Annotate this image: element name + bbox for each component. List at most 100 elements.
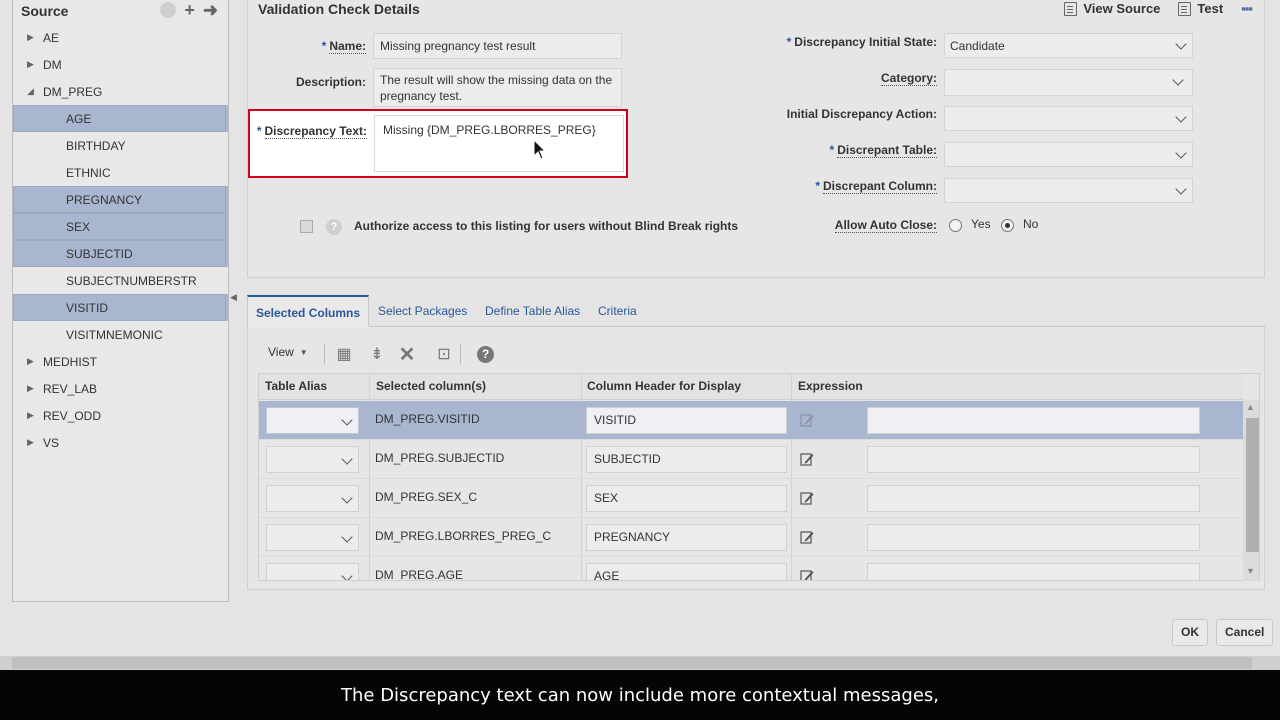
- table-alias-select[interactable]: [266, 485, 359, 512]
- scrollbar-thumb[interactable]: [1246, 418, 1259, 552]
- test-label: Test: [1197, 1, 1224, 16]
- view-menu[interactable]: View ▼: [268, 345, 308, 359]
- collapsed-triangle-icon[interactable]: ▶: [27, 59, 37, 70]
- discrepancy-initial-state-select[interactable]: Candidate: [944, 33, 1193, 58]
- move-right-icon[interactable]: ➜: [203, 1, 218, 19]
- tree-item-column[interactable]: VISITMNEMONIC: [13, 321, 228, 348]
- ok-button[interactable]: OK: [1172, 619, 1208, 646]
- edit-expression-icon[interactable]: [800, 530, 814, 544]
- column-header-display[interactable]: Column Header for Display: [587, 379, 741, 393]
- source-panel-title: Source: [21, 3, 69, 19]
- table-alias-select[interactable]: [266, 407, 359, 434]
- collapsed-triangle-icon[interactable]: ▶: [27, 410, 37, 421]
- scrollbar-thumb[interactable]: [12, 657, 1252, 669]
- column-header-input[interactable]: SEX: [586, 485, 787, 512]
- tab-define-table-alias[interactable]: Define Table Alias: [477, 295, 588, 327]
- expression-input[interactable]: [867, 485, 1200, 512]
- detach-icon[interactable]: ⊡: [435, 346, 453, 364]
- tree-item-table[interactable]: ◢ DM_PREG: [13, 78, 228, 105]
- scroll-down-icon[interactable]: ▼: [1246, 566, 1255, 576]
- table-row[interactable]: DM_PREG.AGE AGE: [259, 557, 1243, 581]
- initial-discrepancy-action-select[interactable]: [944, 106, 1193, 131]
- detail-tabs: Selected Columns Select Packages Define …: [247, 295, 1265, 327]
- tab-select-packages[interactable]: Select Packages: [370, 295, 475, 327]
- tree-item-column[interactable]: PREGNANCY: [13, 186, 228, 213]
- column-header-input[interactable]: VISITID: [586, 407, 787, 434]
- column-header-input[interactable]: PREGNANCY: [586, 524, 787, 551]
- discrepant-column-select[interactable]: [944, 178, 1193, 203]
- test-button[interactable]: Test: [1178, 1, 1223, 16]
- add-icon[interactable]: +: [184, 1, 195, 19]
- edit-expression-icon[interactable]: [800, 413, 814, 427]
- collapsed-triangle-icon[interactable]: ▶: [27, 437, 37, 448]
- collapsed-triangle-icon[interactable]: ▶: [27, 32, 37, 43]
- help-icon[interactable]: ?: [477, 346, 494, 363]
- collapsed-triangle-icon[interactable]: ▶: [27, 356, 37, 367]
- auto-close-no-radio[interactable]: [1001, 219, 1014, 232]
- column-header-selected-columns[interactable]: Selected column(s): [376, 379, 486, 393]
- tree-item-table[interactable]: ▶ VS: [13, 429, 228, 456]
- tree-item-table[interactable]: ▶ REV_ODD: [13, 402, 228, 429]
- column-header-input[interactable]: SUBJECTID: [586, 446, 787, 473]
- table-row[interactable]: DM_PREG.SEX_C SEX: [259, 479, 1243, 518]
- add-column-icon[interactable]: ⇟: [368, 346, 386, 364]
- category-select[interactable]: [944, 69, 1193, 96]
- tree-item-label: DM_PREG: [43, 84, 103, 99]
- tree-item-column[interactable]: VISITID: [13, 294, 228, 321]
- tree-item-table[interactable]: ▶ MEDHIST: [13, 348, 228, 375]
- tree-item-table[interactable]: ▶ AE: [13, 24, 228, 51]
- column-header-table-alias[interactable]: Table Alias: [265, 379, 327, 393]
- table-row[interactable]: DM_PREG.VISITID VISITID: [259, 401, 1243, 440]
- page-horizontal-scrollbar[interactable]: [0, 656, 1280, 670]
- discrepant-table-select[interactable]: [944, 142, 1193, 167]
- scroll-up-icon[interactable]: ▲: [1246, 402, 1255, 412]
- collapse-panel-icon[interactable]: ◀: [230, 292, 237, 303]
- delete-icon[interactable]: ✕: [398, 345, 416, 365]
- table-row[interactable]: DM_PREG.LBORRES_PREG_C PREGNANCY: [259, 518, 1243, 557]
- tree-item-table[interactable]: ▶ DM: [13, 51, 228, 78]
- application-window: Source + ➜ ▶ AE ▶ DM ◢ DM_PREG AGE BIRTHDAY ETHN…: [0, 0, 1280, 670]
- tree-item-column[interactable]: BIRTHDAY: [13, 132, 228, 159]
- edit-expression-icon[interactable]: [800, 569, 814, 581]
- table-alias-select[interactable]: [266, 446, 359, 473]
- column-header-input[interactable]: AGE: [586, 563, 787, 580]
- expression-input[interactable]: [867, 407, 1200, 434]
- discrepancy-text-label: * Discrepancy Text:: [256, 124, 367, 139]
- tree-item-column[interactable]: AGE: [13, 105, 228, 132]
- column-header-expression[interactable]: Expression: [798, 379, 863, 393]
- tab-criteria[interactable]: Criteria: [590, 295, 645, 327]
- tree-item-column[interactable]: SEX: [13, 213, 228, 240]
- expanded-triangle-icon[interactable]: ◢: [27, 86, 37, 97]
- source-tree: ▶ AE ▶ DM ◢ DM_PREG AGE BIRTHDAY ETHNIC PREGNANCY…: [13, 24, 228, 456]
- chevron-down-icon: [1175, 183, 1187, 195]
- description-field[interactable]: The result will show the missing data on…: [373, 68, 622, 107]
- authorize-checkbox[interactable]: [300, 220, 313, 233]
- tab-selected-columns[interactable]: Selected Columns: [247, 295, 370, 327]
- name-label: * Name:: [321, 39, 366, 54]
- discrepancy-text-highlight: * Discrepancy Text: Missing {DM_PREG.LBOR…: [248, 109, 628, 178]
- tree-item-label: DM: [43, 57, 62, 72]
- edit-expression-icon[interactable]: [800, 452, 814, 466]
- tree-item-table[interactable]: ▶ REV_LAB: [13, 375, 228, 402]
- name-field[interactable]: Missing pregnancy test result: [373, 33, 622, 59]
- columns-icon[interactable]: ▦: [335, 346, 353, 364]
- expression-input[interactable]: [867, 563, 1200, 580]
- tree-item-label: AGE: [66, 111, 92, 126]
- tree-item-column[interactable]: SUBJECTID: [13, 240, 228, 267]
- source-panel-header: Source + ➜: [13, 0, 228, 22]
- expression-input[interactable]: [867, 446, 1200, 473]
- cancel-button[interactable]: Cancel: [1216, 619, 1274, 646]
- collapsed-triangle-icon[interactable]: ▶: [27, 383, 37, 394]
- tree-item-column[interactable]: ETHNIC: [13, 159, 228, 186]
- expression-input[interactable]: [867, 524, 1200, 551]
- table-vertical-scrollbar[interactable]: ▲ ▼: [1243, 400, 1259, 581]
- view-source-button[interactable]: View Source: [1064, 1, 1160, 16]
- discrepancy-text-field[interactable]: Missing {DM_PREG.LBORRES_PREG}: [374, 115, 624, 172]
- table-row[interactable]: DM_PREG.SUBJECTID SUBJECTID: [259, 440, 1243, 479]
- table-alias-select[interactable]: [266, 563, 359, 580]
- table-alias-select[interactable]: [266, 524, 359, 551]
- more-options-icon[interactable]: ▪▪▪: [1241, 1, 1253, 16]
- tree-item-column[interactable]: SUBJECTNUMBERSTR: [13, 267, 228, 294]
- edit-expression-icon[interactable]: [800, 491, 814, 505]
- auto-close-yes-radio[interactable]: [949, 219, 962, 232]
